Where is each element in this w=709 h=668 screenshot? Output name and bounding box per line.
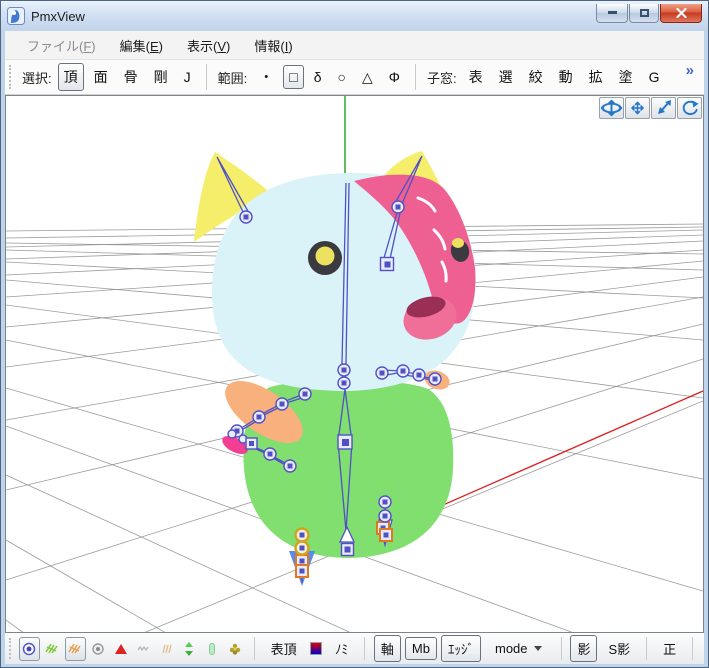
triangle-red-icon [114,643,127,654]
pan-icon [631,101,644,115]
mode-dropdown-label: mode [494,641,528,656]
separator [253,637,255,660]
range-group-label: 範囲: [217,70,248,86]
shadow-toggle-button[interactable]: 影 [570,635,598,662]
toggle-button-5[interactable] [110,637,131,661]
wave-gray-icon [137,645,149,651]
self-shadow-toggle-button[interactable]: S影 [601,635,637,662]
subwin-materials-button[interactable]: 表 [463,63,489,91]
app-icon [7,7,25,25]
model-left-iris [315,246,335,266]
subwin-filter-button[interactable]: 絞 [523,63,549,91]
menu-edit[interactable]: 編集(E) [110,32,173,59]
main-toolbar: 選択: 頂 面 骨 剛 J 範囲: ・ □ δ ○ △ Φ 子窓: 表 選 絞 … [5,60,704,95]
separator [560,637,562,660]
select-joint-button[interactable]: J [178,65,197,89]
rotate-view-button[interactable] [677,97,702,119]
menu-bar: ファイル(F) 編集(E) 表示(V) 情報(I) [5,31,704,60]
zoom-view-button[interactable] [651,97,676,119]
arrows-green-icon [185,641,194,656]
pmxview-window: PmxView ファイル(F) 編集(E) 表示(V) 情報(I) 選択: 頂 … [0,0,709,668]
select-group-label: 選択: [22,70,52,86]
toggle-button-9[interactable] [202,637,223,661]
rotate-icon [682,100,699,116]
minimize-icon [607,11,617,14]
range-delta-button[interactable]: δ [308,65,328,89]
separator [363,637,365,660]
select-rigid-button[interactable]: 剛 [148,63,174,91]
toggle-button-10[interactable] [225,637,246,661]
toggle-button-6[interactable] [133,637,154,661]
range-phi-button[interactable]: Φ [383,65,406,89]
separator [646,637,648,660]
range-triangle-button[interactable]: △ [356,65,379,90]
separator [414,64,416,90]
menu-info[interactable]: 情報(I) [244,32,302,59]
chevron-down-icon [533,646,542,651]
viewport-3d-canvas[interactable] [6,96,703,632]
toggle-button-2[interactable] [42,637,63,661]
separator [692,637,694,660]
subwin-paint-button[interactable]: 塗 [613,63,639,91]
hatch-orange-icon [68,643,81,653]
select-vertex-button[interactable]: 頂 [57,63,84,91]
mb-toggle-button[interactable]: Mb [404,637,437,660]
viewport-nav-buttons [599,97,702,119]
radio-dot-blue-icon [23,642,36,655]
pan-view-button[interactable] [625,97,650,119]
hatch-green-icon [45,643,58,653]
window-title: PmxView [31,8,85,24]
orbit-icon [600,99,623,117]
viewport[interactable] [5,95,704,633]
toggle-button-4[interactable] [88,637,109,661]
edge-toggle-button[interactable]: ｴｯｼﾞ [440,635,481,662]
select-face-button[interactable]: 面 [88,63,114,91]
close-icon [675,7,687,18]
menu-file[interactable]: ファイル(F) [17,32,106,59]
axis-toggle-button[interactable]: 軸 [373,635,401,662]
subwin-selection-button[interactable]: 選 [493,63,519,91]
capsule-green-icon [209,642,216,655]
subwin-motion-button[interactable]: 動 [553,63,579,91]
toolbar-overflow-chevron[interactable]: » [682,60,698,81]
select-bone-button[interactable]: 骨 [118,63,144,91]
toggle-button-1[interactable] [18,636,40,661]
minimize-button[interactable] [596,3,628,23]
bottom-toolbar: 表頂 ﾉﾐ 軸 Mb ｴｯｼﾞ mode 影 S影 正 [5,633,704,664]
close-button[interactable] [660,3,702,23]
title-bar[interactable]: PmxView [1,1,708,31]
nomi-button[interactable]: ﾉﾐ [328,635,355,662]
weight-gradient-swatch[interactable] [309,642,322,655]
front-vertex-button[interactable]: 表頂 [264,635,304,662]
range-rect-button[interactable]: □ [283,65,304,89]
orbit-view-button[interactable] [599,97,624,119]
toolbar-grip[interactable] [9,65,13,89]
hatch-tan-icon [161,644,172,653]
toggle-button-7[interactable] [156,637,177,661]
restore-icon [639,8,649,17]
subwindow-group-label: 子窓: [426,70,457,86]
subwin-g-button[interactable]: G [643,65,666,89]
range-point-button[interactable]: ・ [253,63,279,91]
separator [205,64,207,90]
zoom-arrow-icon [657,100,671,114]
toggle-button-8[interactable] [179,637,200,661]
subwin-zoom-button[interactable]: 拡 [583,63,609,91]
mode-dropdown[interactable]: mode [487,638,550,659]
radio-dot-gray-icon [92,642,104,655]
model-right-iris [452,238,464,248]
normal-toggle-button[interactable]: 正 [656,635,683,662]
flower-olive-icon [230,643,241,655]
restore-button[interactable] [629,3,659,23]
menu-view[interactable]: 表示(V) [177,32,240,59]
range-circle-button[interactable]: ○ [332,65,352,89]
bottom-toolbar-grip[interactable] [9,638,13,659]
toggle-button-3[interactable] [64,636,86,661]
cat-model[interactable] [194,151,476,586]
